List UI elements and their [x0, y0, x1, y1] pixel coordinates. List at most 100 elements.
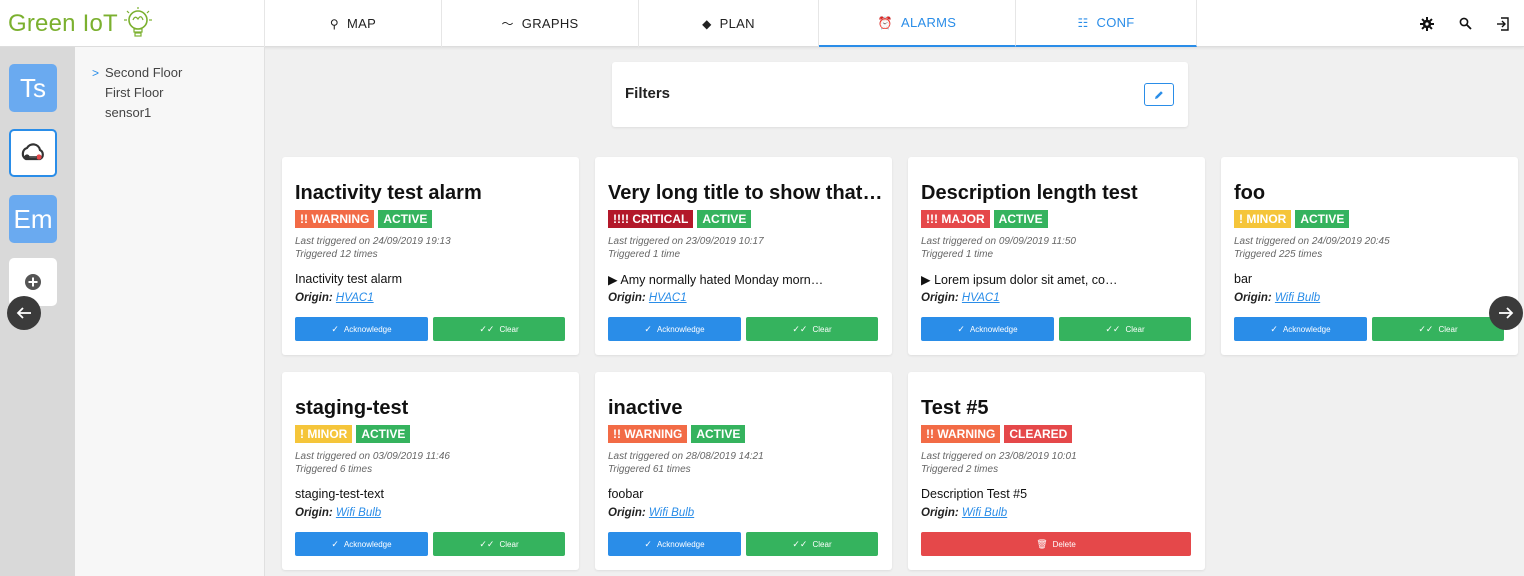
check-icon: ✓ [644, 323, 652, 334]
button-label: Clear [499, 324, 519, 334]
tab-map[interactable]: ⚲ MAP [265, 0, 442, 47]
button-label: Acknowledge [343, 539, 392, 549]
alarm-description[interactable]: ▶ Lorem ipsum dolor sit amet, co… [921, 272, 1196, 287]
origin-label: Origin: [608, 292, 646, 304]
clear-button[interactable]: ✓✓ Clear [433, 317, 565, 341]
tab-alarms[interactable]: ⏰ ALARMS [819, 0, 1016, 47]
origin-link[interactable]: Wifi Bulb [649, 507, 694, 519]
acknowledge-button[interactable]: ✓ Acknowledge [1234, 317, 1367, 341]
cloud-network-icon [21, 143, 44, 161]
triggered-count: Triggered 1 time [921, 249, 994, 260]
alarm-card: Inactivity test alarm !! WARNING ACTIVE … [282, 157, 579, 355]
arrow-right-icon [1499, 307, 1514, 319]
last-triggered: Last triggered on 03/09/2019 11:46 [295, 451, 450, 462]
brain-bulb-icon [123, 6, 152, 37]
origin-label: Origin: [295, 292, 333, 304]
graph-line-icon: 〜 [501, 17, 514, 31]
origin-link[interactable]: Wifi Bulb [962, 507, 1007, 519]
triggered-count: Triggered 1 time [608, 249, 681, 260]
origin-link[interactable]: Wifi Bulb [336, 507, 381, 519]
clear-button[interactable]: ✓✓ Clear [746, 532, 878, 556]
severity-badge: !! WARNING [921, 425, 1001, 443]
tab-conf[interactable]: ☷ CONF [1016, 0, 1197, 47]
tree-item-sensor1[interactable]: sensor1 [75, 103, 264, 123]
tab-plan[interactable]: ◆ PLAN [639, 0, 819, 47]
clear-button[interactable]: ✓✓ Clear [746, 317, 878, 341]
header-actions [1416, 0, 1514, 47]
trash-icon: 🗑 [1036, 538, 1048, 549]
tab-label: PLAN [719, 16, 755, 31]
main-tabs: ⚲ MAP 〜 GRAPHS ◆ PLAN ⏰ ALARMS ☷ CONF [265, 0, 1197, 47]
origin-label: Origin: [295, 507, 333, 519]
double-check-icon: ✓✓ [1418, 323, 1434, 334]
button-label: Acknowledge [656, 539, 705, 549]
alarm-card: staging-test ! MINOR ACTIVE Last trigger… [282, 372, 579, 570]
origin-link[interactable]: HVAC1 [649, 292, 687, 304]
check-icon: ✓ [331, 323, 339, 334]
tree-item-first-floor[interactable]: First Floor [75, 83, 264, 103]
alarm-clock-icon: ⏰ [877, 15, 893, 30]
acknowledge-button[interactable]: ✓ Acknowledge [921, 317, 1054, 341]
app-cloud-button[interactable] [9, 129, 57, 177]
app-ts-button[interactable]: Ts [9, 64, 57, 112]
triggered-count: Triggered 61 times [608, 464, 691, 475]
app-em-button[interactable]: Em [9, 195, 57, 243]
gear-icon[interactable] [1416, 13, 1438, 35]
alarm-title: Test #5 [921, 397, 989, 419]
button-label: Clear [499, 539, 519, 549]
triggered-count: Triggered 6 times [295, 464, 373, 475]
acknowledge-button[interactable]: ✓ Acknowledge [295, 317, 428, 341]
location-tree: > Second Floor First Floor sensor1 [75, 47, 265, 576]
previous-arrow-button[interactable] [7, 296, 41, 330]
tree-item-label: Second Floor [105, 65, 183, 80]
tree-item-second-floor[interactable]: > Second Floor [75, 63, 264, 83]
button-label: Clear [812, 324, 832, 334]
filters-panel: Filters [612, 62, 1188, 127]
top-header: Green IoT ⚲ MAP 〜 GRAPHS ◆ PLAN ⏰ ALARMS… [0, 0, 1524, 47]
origin-link[interactable]: HVAC1 [336, 292, 374, 304]
origin-link[interactable]: HVAC1 [962, 292, 1000, 304]
acknowledge-button[interactable]: ✓ Acknowledge [608, 317, 741, 341]
clear-button[interactable]: ✓✓ Clear [1372, 317, 1504, 341]
tab-label: MAP [347, 16, 377, 31]
acknowledge-button[interactable]: ✓ Acknowledge [608, 532, 741, 556]
chevron-right-icon[interactable]: > [92, 63, 99, 83]
status-badge: ACTIVE [697, 210, 752, 228]
delete-button[interactable]: 🗑 Delete [921, 532, 1191, 556]
severity-badge: ! MINOR [1234, 210, 1292, 228]
clear-button[interactable]: ✓✓ Clear [433, 532, 565, 556]
origin-label: Origin: [921, 507, 959, 519]
logout-icon[interactable] [1492, 13, 1514, 35]
last-triggered: Last triggered on 23/09/2019 10:17 [608, 236, 764, 247]
search-icon[interactable] [1454, 13, 1476, 35]
layers-icon: ◆ [702, 16, 712, 31]
alarm-title: Very long title to show that … [608, 182, 883, 204]
filters-title: Filters [625, 85, 671, 102]
logo[interactable]: Green IoT [0, 0, 265, 47]
double-check-icon: ✓✓ [1105, 323, 1121, 334]
acknowledge-button[interactable]: ✓ Acknowledge [295, 532, 428, 556]
alarm-title: staging-test [295, 397, 409, 419]
alarm-description: bar [1234, 272, 1253, 286]
clear-button[interactable]: ✓✓ Clear [1059, 317, 1191, 341]
triggered-count: Triggered 12 times [295, 249, 378, 260]
alarm-description: foobar [608, 487, 644, 501]
button-label: Clear [1438, 324, 1458, 334]
plus-circle-icon [25, 274, 41, 290]
tab-graphs[interactable]: 〜 GRAPHS [442, 0, 639, 47]
origin-link[interactable]: Wifi Bulb [1275, 292, 1320, 304]
alarm-title: Description length test [921, 182, 1138, 204]
check-icon: ✓ [957, 323, 965, 334]
alarm-description[interactable]: ▶ Amy normally hated Monday morn… [608, 272, 883, 287]
next-arrow-button[interactable] [1489, 296, 1523, 330]
edit-filters-button[interactable] [1144, 83, 1174, 106]
tab-label: CONF [1096, 15, 1135, 30]
last-triggered: Last triggered on 24/09/2019 20:45 [1234, 236, 1390, 247]
status-badge: ACTIVE [691, 425, 746, 443]
button-label: Acknowledge [969, 324, 1018, 334]
alarm-description: Inactivity test alarm [295, 272, 402, 286]
status-badge: ACTIVE [1295, 210, 1350, 228]
triggered-count: Triggered 2 times [921, 464, 999, 475]
status-badge: ACTIVE [993, 210, 1048, 228]
origin-label: Origin: [608, 507, 646, 519]
